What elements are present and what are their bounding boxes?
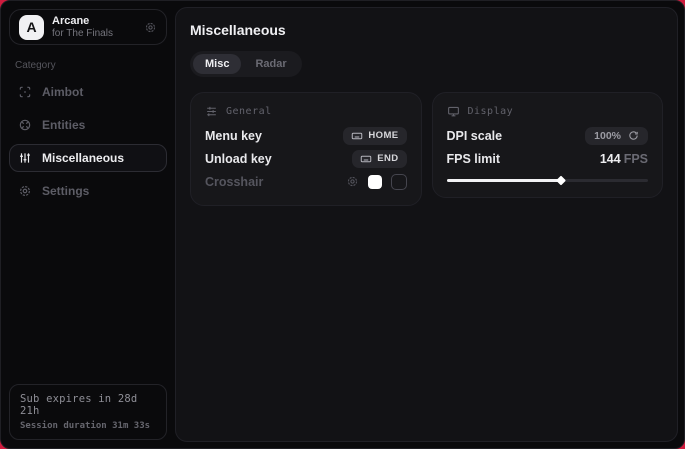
aimbot-scan-icon <box>18 85 32 99</box>
slider-fill <box>447 179 562 182</box>
sidebar-item-settings[interactable]: Settings <box>9 177 167 205</box>
sliders-icon <box>18 151 32 165</box>
general-panel-title: General <box>226 106 272 117</box>
sliders-horizontal-icon <box>205 105 218 118</box>
menu-key-label: Menu key <box>205 129 262 143</box>
brand-title: Arcane <box>52 15 113 28</box>
brand-text: Arcane for The Finals <box>52 15 113 39</box>
sidebar-item-entities[interactable]: Entities <box>9 111 167 139</box>
menu-key-value: HOME <box>368 130 398 141</box>
unload-key-button[interactable]: END <box>352 150 406 168</box>
sidebar-item-label: Settings <box>42 184 89 198</box>
display-panel-title: Display <box>468 106 514 117</box>
unload-key-row: Unload key END <box>205 147 407 170</box>
fps-limit-readout: 144FPS <box>600 152 648 166</box>
general-panel: General Menu key HOME <box>190 92 422 206</box>
brand-card: A Arcane for The Finals <box>9 9 167 45</box>
crosshair-enabled-checkbox[interactable] <box>391 174 407 190</box>
sidebar-item-label: Aimbot <box>42 85 83 99</box>
crosshair-settings-gear-icon[interactable] <box>346 175 359 188</box>
brand-subtitle: for The Finals <box>52 28 113 40</box>
slider-thumb[interactable] <box>556 176 566 186</box>
subscription-info-card: Sub expires in 28d 21h Session duration … <box>9 384 167 440</box>
dpi-scale-value: 100% <box>594 130 621 142</box>
entities-icon <box>18 118 32 132</box>
display-panel: Display DPI scale 100% <box>432 92 664 198</box>
crosshair-label: Crosshair <box>205 175 263 189</box>
unload-key-value: END <box>377 153 398 164</box>
fps-limit-slider[interactable] <box>447 176 649 185</box>
gear-icon <box>18 184 32 198</box>
monitor-icon <box>447 105 460 118</box>
cycle-icon <box>628 130 639 141</box>
sub-expires-text: Sub expires in 28d 21h <box>20 393 156 417</box>
sidebar-nav: Aimbot Entities Miscella <box>9 78 167 205</box>
keyboard-icon <box>351 130 363 142</box>
tab-misc[interactable]: Misc <box>193 54 241 74</box>
fps-limit-label: FPS limit <box>447 152 500 166</box>
panels-row: General Menu key HOME <box>190 92 663 206</box>
sidebar-item-label: Entities <box>42 118 85 132</box>
menu-key-button[interactable]: HOME <box>343 127 406 145</box>
tab-radar[interactable]: Radar <box>243 54 298 74</box>
fps-limit-unit: FPS <box>624 152 648 166</box>
general-panel-header: General <box>205 105 407 118</box>
page-title: Miscellaneous <box>190 22 663 38</box>
crosshair-color-swatch[interactable] <box>368 175 382 189</box>
tab-bar: Misc Radar <box>190 51 302 77</box>
main-content: Miscellaneous Misc Radar General <box>175 7 678 442</box>
sidebar-item-miscellaneous[interactable]: Miscellaneous <box>9 144 167 172</box>
fps-limit-value: 144 <box>600 152 621 166</box>
gear-icon[interactable] <box>144 21 157 34</box>
dpi-scale-select[interactable]: 100% <box>585 127 648 145</box>
dpi-scale-row: DPI scale 100% <box>447 124 649 147</box>
app-window: A Arcane for The Finals Category <box>0 0 685 449</box>
display-panel-header: Display <box>447 105 649 118</box>
sidebar-item-aimbot[interactable]: Aimbot <box>9 78 167 106</box>
brand-logo: A <box>19 15 44 40</box>
unload-key-label: Unload key <box>205 152 272 166</box>
category-label: Category <box>15 60 161 71</box>
keyboard-icon <box>360 153 372 165</box>
fps-limit-row: FPS limit 144FPS <box>447 147 649 170</box>
sidebar: A Arcane for The Finals Category <box>1 1 175 448</box>
dpi-scale-label: DPI scale <box>447 129 503 143</box>
session-duration-text: Session duration 31m 33s <box>20 421 156 431</box>
crosshair-row: Crosshair <box>205 170 407 193</box>
sidebar-item-label: Miscellaneous <box>42 151 124 165</box>
menu-key-row: Menu key HOME <box>205 124 407 147</box>
crosshair-controls <box>346 174 407 190</box>
